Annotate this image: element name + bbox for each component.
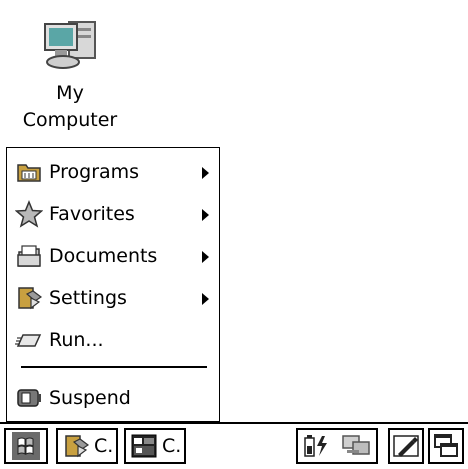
- switch-windows-icon: [434, 434, 458, 457]
- programs-folder-icon: [17, 164, 41, 182]
- desktop-icon-my-computer[interactable]: My Computer: [10, 14, 130, 144]
- start-button[interactable]: [4, 428, 48, 464]
- task-button-control-panel[interactable]: C.: [56, 428, 118, 464]
- task-button-command-prompt[interactable]: C.: [124, 428, 186, 464]
- input-panel-pen-icon: [393, 435, 419, 457]
- menu-item-favorites[interactable]: Favorites: [15, 196, 215, 232]
- menu-item-label: Favorites: [49, 203, 135, 225]
- favorites-star-icon: [15, 200, 43, 228]
- suspend-icon: [17, 389, 41, 407]
- menu-item-settings[interactable]: Settings: [15, 280, 215, 316]
- switch-windows-button[interactable]: [428, 428, 464, 464]
- start-menu: Programs Favorites Documents Settings Ru…: [6, 147, 220, 422]
- input-panel-button[interactable]: [388, 428, 424, 464]
- menu-item-label: Programs: [49, 161, 140, 183]
- task-button-label: C.: [162, 435, 182, 457]
- submenu-arrow-icon: [202, 251, 209, 263]
- menu-item-run[interactable]: Run...: [15, 322, 215, 358]
- desktop-icon-label-line1: My: [56, 82, 84, 104]
- menu-separator: [21, 366, 207, 368]
- desktop-icon-label-line2: Computer: [22, 109, 118, 131]
- battery-power-icon[interactable]: [302, 432, 332, 460]
- menu-item-label: Documents: [49, 245, 158, 267]
- task-button-label: C.: [94, 435, 114, 457]
- submenu-arrow-icon: [202, 167, 209, 179]
- menu-item-label: Suspend: [49, 387, 131, 409]
- submenu-arrow-icon: [202, 209, 209, 221]
- submenu-arrow-icon: [202, 293, 209, 305]
- notification-tray: [296, 428, 378, 464]
- menu-item-label: Run...: [49, 329, 104, 351]
- network-icon[interactable]: [339, 432, 373, 460]
- taskbar: C. C.: [0, 422, 468, 469]
- my-computer-icon: [44, 21, 96, 69]
- menu-item-programs[interactable]: Programs: [15, 154, 215, 190]
- menu-item-suspend[interactable]: Suspend: [15, 380, 215, 416]
- documents-icon: [17, 245, 41, 267]
- run-icon: [15, 334, 42, 347]
- command-prompt-icon: [131, 434, 157, 458]
- menu-item-label: Settings: [49, 287, 127, 309]
- menu-item-documents[interactable]: Documents: [15, 238, 215, 274]
- settings-icon: [18, 287, 43, 310]
- control-panel-icon: [65, 435, 90, 458]
- start-flag-icon: [12, 432, 40, 460]
